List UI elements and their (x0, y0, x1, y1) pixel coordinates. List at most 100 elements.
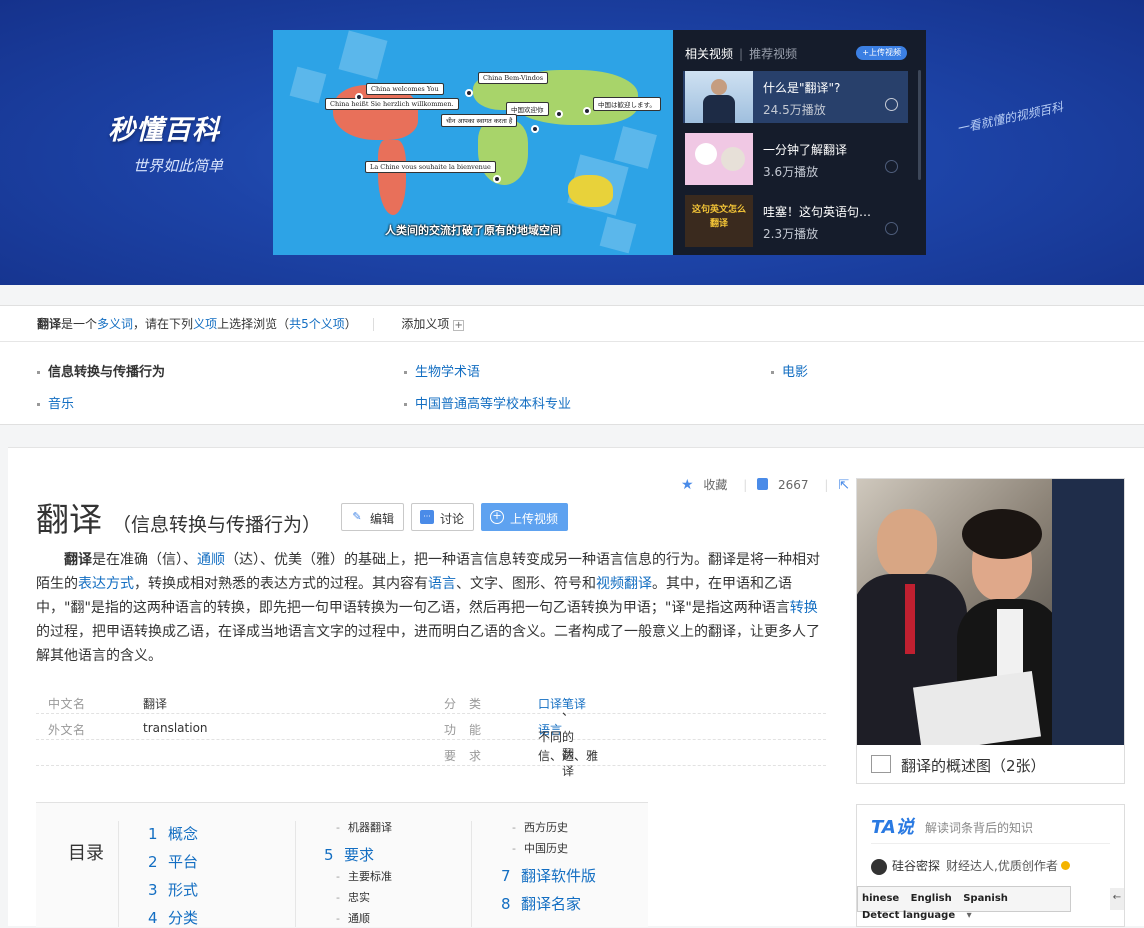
info-value: 翻译 (143, 697, 168, 711)
lang-tab[interactable]: Spanish (959, 887, 1012, 904)
toc-label: 要求 (344, 846, 375, 864)
summary-link[interactable]: 转换 (790, 600, 818, 616)
sense-item[interactable]: 中国普通高等学校本科专业 (404, 393, 571, 412)
panel-scrollbar[interactable] (918, 70, 921, 180)
summary-link[interactable]: 表达方式 (78, 576, 134, 592)
lang-tab[interactable]: Detect language (858, 904, 959, 921)
upload-video-button[interactable]: +上传视频 (856, 46, 907, 60)
toc-subitem[interactable]: 机器翻译 (336, 819, 392, 835)
toc-subitem[interactable]: 通顺 (336, 910, 370, 926)
add-sense-button[interactable]: 添加义项 + (401, 317, 465, 331)
info-link[interactable]: 口译 (538, 697, 562, 711)
sense-item[interactable]: 电影 (771, 361, 808, 380)
toc-subitem[interactable]: 主要标准 (336, 868, 392, 884)
info-row: 外文名 translation 功 能 不同 语言 的翻译 (36, 714, 826, 778)
chevron-down-icon[interactable]: ▾ (963, 904, 976, 921)
upload-video-main-button[interactable]: + 上传视频 (481, 503, 569, 531)
edit-button[interactable]: ✎ 编辑 (341, 503, 405, 531)
main-content: ★ 收藏 | 2667 | ⇱ 636 翻译（信息转换与传播行为） ✎编辑 ··… (8, 447, 1144, 928)
divider (295, 821, 296, 927)
tab-related-videos[interactable]: 相关视频 (685, 47, 733, 61)
map-africa (478, 120, 528, 185)
divider (871, 843, 1110, 844)
video-item[interactable]: 一分钟了解翻译 3.6万播放 (683, 133, 908, 185)
summary-link[interactable]: 语言 (428, 576, 456, 592)
collect-button[interactable]: ★ 收藏 (681, 477, 733, 493)
toc-subitem[interactable]: 西方历史 (512, 819, 568, 835)
map-south-america (378, 140, 406, 215)
toc-label: 翻译软件版 (521, 867, 597, 885)
related-videos-panel: 相关视频 | 推荐视频 +上传视频 什么是"翻译"? 24.5万播放 一分钟了解翻译… (673, 30, 926, 255)
video-thumbnail (685, 71, 753, 123)
video-plays: 2.3万播放 (763, 227, 819, 241)
summary-picture[interactable]: 翻译的概述图（2张） (856, 478, 1125, 784)
toc-num: 5 (324, 846, 334, 864)
toc-title: 目录 (68, 843, 104, 864)
toc-item[interactable]: 7 翻译软件版 (501, 865, 596, 886)
summary-term: 翻译 (64, 552, 92, 568)
toc-num: 1 (148, 825, 158, 843)
location-dot (465, 89, 473, 97)
ta-author[interactable]: 硅谷密探 财经达人,优质创作者 (871, 857, 1070, 875)
polysemy-term: 翻译 (37, 317, 62, 331)
lemma-summary: 翻译是在准确（信）、通顺（达）、优美（雅）的基础上，把一种语言信息转变成另一种语… (36, 548, 826, 668)
toc-num: 4 (148, 909, 158, 927)
video-caption: 人类间的交流打破了原有的地域空间 (385, 224, 561, 237)
polysemy-link[interactable]: 多义词 (97, 317, 133, 331)
sense-item[interactable]: 生物学术语 (404, 361, 480, 380)
info-row: 中文名 翻译 分 类 口译、笔译 (36, 688, 826, 718)
add-sense-label: 添加义项 (401, 317, 450, 331)
like-button[interactable]: 2667 (757, 478, 814, 492)
location-dot (531, 125, 539, 133)
video-title: 什么是"翻译"? (763, 81, 841, 95)
toc-item[interactable]: 4 分类 (148, 907, 198, 928)
discuss-button[interactable]: ··· 讨论 (411, 503, 475, 531)
lang-tab[interactable]: hinese (858, 887, 903, 904)
pencil-icon: ✎ (352, 510, 362, 523)
share-icon[interactable] (885, 98, 898, 111)
share-icon[interactable] (885, 160, 898, 173)
toc-item[interactable]: 5 要求 (324, 844, 374, 865)
plus-circle-icon: + (490, 510, 504, 524)
lang-tab[interactable]: English (907, 887, 956, 904)
toc-item[interactable]: 1 概念 (148, 823, 198, 844)
summary-text: ，转换成相对熟悉的表达方式的过程。其内容有 (134, 576, 428, 592)
image-icon (871, 755, 891, 773)
toc-item[interactable]: 8 翻译名家 (501, 893, 581, 914)
bubble-german: China heißt Sie herzlich willkommen. (325, 98, 459, 110)
lemma-title: 翻译 （信息转换与传播行为） (36, 493, 321, 541)
share-icon[interactable] (885, 222, 898, 235)
toc-subitem[interactable]: 忠实 (336, 889, 370, 905)
star-icon: ★ (681, 477, 694, 493)
discuss-label: 讨论 (440, 512, 465, 526)
info-value: translation (143, 721, 208, 735)
video-item[interactable]: 什么是"翻译"? 24.5万播放 (683, 71, 908, 123)
summary-link[interactable]: 视频翻译 (596, 576, 652, 592)
decor-square (289, 66, 327, 104)
summary-link[interactable]: 通顺 (197, 552, 225, 568)
share-icon: ⇱ (838, 478, 850, 493)
bubble-french: La Chine vous souhaite la bienvenue (365, 161, 496, 173)
info-label: 分 类 (444, 697, 482, 711)
location-dot (555, 110, 563, 118)
toc-num: 2 (148, 853, 158, 871)
item-count-link[interactable]: 共5个义项 (289, 317, 345, 331)
upload-video-label: 上传视频 (510, 512, 559, 526)
toc-subitem[interactable]: 中国历史 (512, 840, 568, 856)
lemma-subtitle: （信息转换与传播行为） (112, 514, 322, 536)
picture-caption-text: 翻译的概述图（2张） (901, 757, 1046, 775)
tab-recommended-videos[interactable]: 推荐视频 (749, 47, 797, 61)
sense-item[interactable]: 音乐 (37, 393, 74, 412)
item-link[interactable]: 义项 (193, 317, 217, 331)
video-plays: 3.6万播放 (763, 165, 819, 179)
picture-caption[interactable]: 翻译的概述图（2张） (871, 755, 1046, 776)
toc-item[interactable]: 2 平台 (148, 851, 198, 872)
toc-item[interactable]: 3 形式 (148, 879, 198, 900)
arrow-left-icon[interactable]: ← (1110, 888, 1124, 910)
video-item[interactable]: 这句英文怎么翻译 哇塞！这句英语句… 2.3万播放 (683, 195, 908, 247)
miaodong-logo[interactable]: 秒懂百科 世界如此简单 (108, 108, 258, 176)
summary-photo (857, 479, 1124, 745)
polysemy-text: ） (344, 317, 357, 331)
thumbs-up-icon (757, 478, 769, 490)
video-player[interactable]: China welcomes You China Bem-Vindos Chin… (273, 30, 673, 255)
